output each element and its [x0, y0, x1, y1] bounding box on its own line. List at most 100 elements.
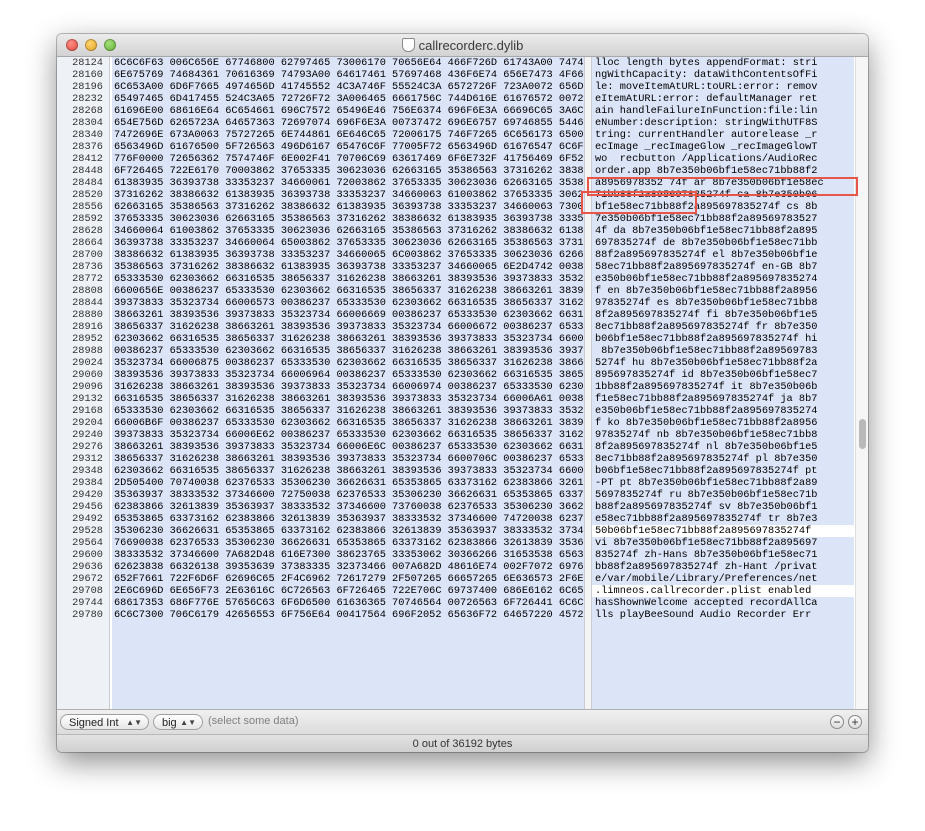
add-icon[interactable]: +: [848, 715, 862, 729]
remove-icon[interactable]: −: [830, 715, 844, 729]
hex-row[interactable]: 38393536 39373833 35323734 66006964 0038…: [112, 369, 608, 381]
ascii-row[interactable]: ecImage _recImageGlow _recImageGlowT: [592, 141, 854, 153]
hex-row[interactable]: 6F726465 722E6170 70003862 37653335 3062…: [112, 165, 608, 177]
hex-column[interactable]: 6C6C6F63 006C656E 67746800 62797465 7300…: [112, 57, 608, 709]
hex-row[interactable]: 6600656E 00386237 65333530 62303662 6631…: [112, 285, 608, 297]
ascii-row[interactable]: 58ec71bb88f2a895697835274f en-GB 8b7: [592, 261, 854, 273]
ascii-row[interactable]: 97835274f nb 8b7e350b06bf1e58ec71bb8: [592, 429, 854, 441]
ascii-row[interactable]: 8ec71bb88f2a895697835274f fr 8b7e350: [592, 321, 854, 333]
hex-row[interactable]: 6E675769 74684361 70616369 74793A00 6461…: [112, 69, 608, 81]
ascii-row[interactable]: b88f2a895697835274f sv 8b7e350b06bf1: [592, 501, 854, 513]
hex-row[interactable]: 7472696E 673A0063 75727265 6E744861 6E64…: [112, 129, 608, 141]
ascii-row[interactable]: 8f2a895697835274f nl 8b7e350b06bf1e5: [592, 441, 854, 453]
hex-row[interactable]: 39373833 35323734 66006573 00386237 6533…: [112, 297, 608, 309]
ascii-row[interactable]: 5274f hu 8b7e350b06bf1e58ec71bb88f2a: [592, 357, 854, 369]
hex-row[interactable]: 2D505400 70740038 62376533 35306230 3662…: [112, 477, 608, 489]
hex-row[interactable]: 654E756D 6265723A 64657363 72697074 696F…: [112, 117, 608, 129]
hex-row[interactable]: 6C6C6F63 006C656E 67746800 62797465 7300…: [112, 57, 608, 69]
hex-row[interactable]: 68617353 686F776E 57656C63 6F6D6500 6163…: [112, 597, 608, 609]
hex-row[interactable]: 37653335 30623036 62663165 35386563 3731…: [112, 213, 608, 225]
ascii-row[interactable]: 8b7e350b06bf1e58ec71bb88f2a89569783: [592, 345, 854, 357]
ascii-row[interactable]: 697835274f de 8b7e350b06bf1e58ec71bb: [592, 237, 854, 249]
ascii-row[interactable]: eNumber:description: stringWithUTF8S: [592, 117, 854, 129]
ascii-row[interactable]: f ko 8b7e350b06bf1e58ec71bb88f2a8956: [592, 417, 854, 429]
ascii-row[interactable]: bb88f2a895697835274f zh-Hant /privat: [592, 561, 854, 573]
hex-editor-view[interactable]: 28124 28160 28196 28232 28268 28304 28340 28376…: [57, 57, 868, 709]
ascii-row[interactable]: e350b06bf1e58ec71bb88f2a895697835274: [592, 405, 854, 417]
hex-row[interactable]: 62663165 35386563 37316262 38386632 6138…: [112, 201, 608, 213]
ascii-row[interactable]: lloc length bytes appendFormat: stri: [592, 57, 854, 69]
ascii-row[interactable]: b06bf1e58ec71bb88f2a895697835274f hi: [592, 333, 854, 345]
ascii-row[interactable]: f1e58ec71bb88f2a895697835274f ja 8b7: [592, 393, 854, 405]
hex-row[interactable]: 35363937 38333532 37346600 72750038 6237…: [112, 489, 608, 501]
ascii-row[interactable]: hasShownWelcome accepted recordAllCa: [592, 597, 854, 609]
hex-row[interactable]: 65333530 62303662 66316535 38656337 3162…: [112, 273, 608, 285]
ascii-row[interactable]: 50b06bf1e58ec71bb88f2a895697835274f: [592, 525, 854, 537]
hex-row[interactable]: 35386563 37316262 38386632 61383935 3639…: [112, 261, 608, 273]
hex-row[interactable]: 36393738 33353237 34660064 65003862 3765…: [112, 237, 608, 249]
hex-row[interactable]: 61383935 36393738 33353237 34660061 7200…: [112, 177, 608, 189]
hex-row[interactable]: 62303662 66316535 38656337 31626238 3866…: [112, 465, 608, 477]
ascii-row[interactable]: 97835274f es 8b7e350b06bf1e58ec71bb8: [592, 297, 854, 309]
ascii-row[interactable]: order.app 8b7e350b06bf1e58ec71bb88f2: [592, 165, 854, 177]
scrollbar-thumb[interactable]: [859, 419, 866, 449]
hex-row[interactable]: 35306230 36626631 65353865 63373162 6238…: [112, 525, 608, 537]
ascii-row[interactable]: e58ec71bb88f2a895697835274f tr 8b7e3: [592, 513, 854, 525]
ascii-row[interactable]: 88f2a895697835274f el 8b7e350b06bf1e: [592, 249, 854, 261]
ascii-row[interactable]: f en 8b7e350b06bf1e58ec71bb88f2a8956: [592, 285, 854, 297]
hex-row[interactable]: 6C6C7300 706C6179 42656553 6F756E64 0041…: [112, 609, 608, 621]
hex-row[interactable]: 34660064 61003862 37653335 30623036 6266…: [112, 225, 608, 237]
hex-row[interactable]: 6C653A00 6D6F7665 4974656D 41745552 4C3A…: [112, 81, 608, 93]
hex-row[interactable]: 31626238 38663261 38393536 39373833 3532…: [112, 381, 608, 393]
ascii-row[interactable]: 7e350b06bf1e58ec71bb88f2a89569783527: [592, 213, 854, 225]
ascii-row[interactable]: lls playBeeSound Audio Recorder Err: [592, 609, 854, 621]
endian-select[interactable]: big ▲▼: [153, 714, 203, 730]
ascii-row[interactable]: 5697835274f ru 8b7e350b06bf1e58ec71b: [592, 489, 854, 501]
hex-row[interactable]: 66316535 38656337 31626238 38663261 3839…: [112, 393, 608, 405]
vertical-scrollbar[interactable]: [855, 57, 868, 709]
hex-row[interactable]: 38656337 31626238 38663261 38393536 3937…: [112, 321, 608, 333]
ascii-row[interactable]: ngWithCapacity: dataWithContentsOfFi: [592, 69, 854, 81]
ascii-row[interactable]: 895697835274f id 8b7e350b06bf1e58ec7: [592, 369, 854, 381]
hex-row[interactable]: 38386632 61383935 36393738 33353237 3466…: [112, 249, 608, 261]
hex-row[interactable]: 652F7661 722F6D6F 62696C65 2F4C6962 7261…: [112, 573, 608, 585]
ascii-row[interactable]: 8ec71bb88f2a895697835274f pl 8b7e350: [592, 453, 854, 465]
ascii-row[interactable]: .limneos.callrecorder.plist enabled: [592, 585, 854, 597]
ascii-row[interactable]: 4f da 8b7e350b06bf1e58ec71bb88f2a895: [592, 225, 854, 237]
ascii-row[interactable]: 1bb88f2a895697835274f it 8b7e350b06b: [592, 381, 854, 393]
ascii-row[interactable]: 835274f zh-Hans 8b7e350b06bf1e58ec71: [592, 549, 854, 561]
hex-row[interactable]: 00386237 65333530 62303662 66316535 3865…: [112, 345, 608, 357]
hex-row[interactable]: 65497465 6D417455 524C3A65 72726F72 3A00…: [112, 93, 608, 105]
ascii-row[interactable]: e/var/mobile/Library/Preferences/net: [592, 573, 854, 585]
hex-row[interactable]: 38333532 37346600 7A682D48 616E7300 3862…: [112, 549, 608, 561]
ascii-row[interactable]: b06bf1e58ec71bb88f2a895697835274f pt: [592, 465, 854, 477]
type-select[interactable]: Signed Int ▲▼: [60, 714, 149, 730]
hex-row[interactable]: 38663261 38393536 39373833 35323734 6600…: [112, 309, 608, 321]
hex-row[interactable]: 38663261 38393536 39373833 35323734 6600…: [112, 441, 608, 453]
hex-row[interactable]: 35323734 66006875 00386237 65333530 6230…: [112, 357, 608, 369]
ascii-row[interactable]: e350b06bf1e58ec71bb88f2a895697835274: [592, 273, 854, 285]
hex-row[interactable]: 37316262 38386632 61383935 36393738 3335…: [112, 189, 608, 201]
ascii-column[interactable]: lloc length bytes appendFormat: stri ngWi…: [592, 57, 854, 709]
ascii-row[interactable]: le: moveItemAtURL:toURL:error: remov: [592, 81, 854, 93]
hex-row[interactable]: 776F0000 72656362 7574746F 6E002F41 7070…: [112, 153, 608, 165]
hex-row[interactable]: 61696E00 68616E64 6C654661 696C7572 6549…: [112, 105, 608, 117]
ascii-row[interactable]: -PT pt 8b7e350b06bf1e58ec71bb88f2a89: [592, 477, 854, 489]
hex-row[interactable]: 76690038 62376533 35306230 36626631 6535…: [112, 537, 608, 549]
hex-row[interactable]: 62623838 66326138 39353639 37383335 3237…: [112, 561, 608, 573]
hex-row[interactable]: 38656337 31626238 38663261 38393536 3937…: [112, 453, 608, 465]
ascii-row[interactable]: 8f2a895697835274f fi 8b7e350b06bf1e5: [592, 309, 854, 321]
ascii-row[interactable]: eItemAtURL:error: defaultManager ret: [592, 93, 854, 105]
hex-row[interactable]: 39373833 35323734 66006E62 00386237 6533…: [112, 429, 608, 441]
hex-row[interactable]: 62383866 32613839 35363937 38333532 3734…: [112, 501, 608, 513]
hex-row[interactable]: 66006B6F 00386237 65333530 62303662 6631…: [112, 417, 608, 429]
hex-row[interactable]: 2E6C696D 6E656F73 2E63616C 6C726563 6F72…: [112, 585, 608, 597]
ascii-row[interactable]: vi 8b7e350b06bf1e58ec71bb88f2a895697: [592, 537, 854, 549]
hex-row[interactable]: 6563496D 61676500 5F726563 496D6167 6547…: [112, 141, 608, 153]
ascii-row[interactable]: tring: currentHandler autorelease _r: [592, 129, 854, 141]
hex-row[interactable]: 62303662 66316535 38656337 31626238 3866…: [112, 333, 608, 345]
ascii-row[interactable]: ain handleFailureInFunction:file:lin: [592, 105, 854, 117]
hex-row[interactable]: 65353865 63373162 62383866 32613839 3536…: [112, 513, 608, 525]
hex-row[interactable]: 65333530 62303662 66316535 38656337 3162…: [112, 405, 608, 417]
ascii-row[interactable]: wo recbutton /Applications/AudioRec: [592, 153, 854, 165]
